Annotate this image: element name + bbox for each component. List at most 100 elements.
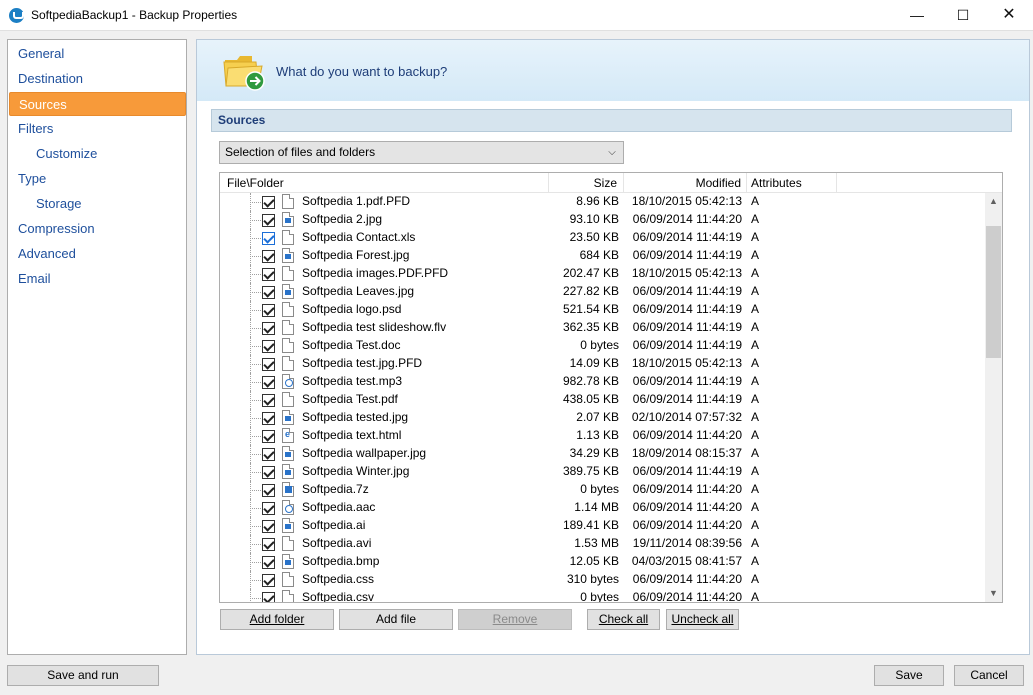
row-checkbox[interactable] [262, 484, 275, 497]
table-row[interactable]: Softpedia images.PDF.PFD 202.47 KB 18/10/2… [220, 265, 985, 283]
column-header-size[interactable]: Size [549, 173, 624, 193]
sidebar-item-sources[interactable]: Sources [9, 92, 186, 116]
cancel-button[interactable]: Cancel [954, 665, 1024, 686]
file-modified: 18/10/2015 05:42:13 [631, 266, 742, 280]
add-file-button[interactable]: Add file [339, 609, 453, 630]
vertical-scrollbar[interactable]: ▲ ▼ [985, 193, 1002, 602]
image-file-icon [282, 464, 294, 479]
row-checkbox[interactable] [262, 394, 275, 407]
file-size: 0 bytes [580, 338, 619, 352]
table-row[interactable]: Softpedia text.html 1.13 KB 06/09/2014 11:… [220, 427, 985, 445]
source-mode-select[interactable]: Selection of files and folders ⌵ [219, 141, 624, 164]
file-size: 982.78 KB [562, 374, 619, 388]
column-header-modified[interactable]: Modified [624, 173, 747, 193]
file-name: Softpedia wallpaper.jpg [302, 446, 427, 460]
sidebar-item-general[interactable]: General [9, 42, 186, 66]
table-row[interactable]: Softpedia test slideshow.flv 362.35 KB 06/… [220, 319, 985, 337]
scroll-down-icon[interactable]: ▼ [985, 585, 1002, 602]
file-size: 189.41 KB [562, 518, 619, 532]
file-name: Softpedia test.jpg.PFD [302, 356, 423, 370]
row-checkbox[interactable] [262, 412, 275, 425]
check-all-button[interactable]: Check all [587, 609, 660, 630]
file-modified: 06/09/2014 11:44:19 [632, 302, 742, 316]
sidebar-item-compression[interactable]: Compression [9, 217, 186, 241]
sidebar-nav: General Destination Sources Filters Customiz… [7, 39, 187, 655]
file-name: Softpedia 1.pdf.PFD [302, 194, 411, 208]
audio-file-icon [282, 500, 294, 515]
file-attributes: A [751, 500, 760, 514]
table-row[interactable]: Softpedia.csv 0 bytes 06/09/2014 11:44:20 A [220, 589, 985, 602]
table-row[interactable]: Softpedia.7z 0 bytes 06/09/2014 11:44:20 A [220, 481, 985, 499]
image-file-icon [282, 212, 294, 227]
close-button[interactable]: ✕ [986, 0, 1032, 31]
sidebar-item-filters[interactable]: Filters [9, 117, 186, 141]
sidebar-item-destination[interactable]: Destination [9, 67, 186, 91]
row-checkbox[interactable] [262, 322, 275, 335]
minimize-button[interactable]: — [894, 0, 940, 31]
table-row[interactable]: Softpedia Winter.jpg 389.75 KB 06/09/2014 … [220, 463, 985, 481]
image-file-icon [282, 518, 294, 533]
row-checkbox[interactable] [262, 340, 275, 353]
row-checkbox[interactable] [262, 268, 275, 281]
table-row[interactable]: Softpedia Test.pdf 438.05 KB 06/09/2014 11… [220, 391, 985, 409]
document-icon [282, 572, 294, 587]
table-row[interactable]: Softpedia wallpaper.jpg 34.29 KB 18/09/201… [220, 445, 985, 463]
sidebar-item-storage[interactable]: Storage [9, 192, 186, 216]
row-checkbox[interactable] [262, 214, 275, 227]
file-attributes: A [751, 392, 760, 406]
file-modified: 18/10/2015 05:42:13 [631, 194, 742, 208]
row-checkbox[interactable] [262, 556, 275, 569]
row-checkbox[interactable] [262, 304, 275, 317]
row-checkbox[interactable] [262, 358, 275, 371]
row-checkbox[interactable] [262, 196, 275, 209]
uncheck-all-button[interactable]: Uncheck all [666, 609, 739, 630]
save-button[interactable]: Save [874, 665, 944, 686]
scroll-up-icon[interactable]: ▲ [985, 193, 1002, 210]
row-checkbox[interactable] [262, 538, 275, 551]
sidebar-item-advanced[interactable]: Advanced [9, 242, 186, 266]
column-header-attributes[interactable]: Attributes [747, 173, 837, 193]
file-attributes: A [751, 428, 760, 442]
table-row[interactable]: Softpedia.css 310 bytes 06/09/2014 11:44:2… [220, 571, 985, 589]
table-row[interactable]: Softpedia.ai 189.41 KB 06/09/2014 11:44:20… [220, 517, 985, 535]
table-row[interactable]: Softpedia 2.jpg 93.10 KB 06/09/2014 11:44:… [220, 211, 985, 229]
row-checkbox[interactable] [262, 592, 275, 602]
table-row[interactable]: Softpedia.bmp 12.05 KB 04/03/2015 08:41:57… [220, 553, 985, 571]
row-checkbox[interactable] [262, 466, 275, 479]
file-name: Softpedia.css [302, 572, 375, 586]
row-checkbox[interactable] [262, 286, 275, 299]
row-checkbox[interactable] [262, 232, 275, 245]
column-header-file[interactable]: File\Folder [220, 173, 549, 193]
folder-add-icon [223, 56, 265, 91]
table-row[interactable]: Softpedia Forest.jpg 684 KB 06/09/2014 11:… [220, 247, 985, 265]
table-row[interactable]: Softpedia logo.psd 521.54 KB 06/09/2014 11… [220, 301, 985, 319]
sidebar-item-type[interactable]: Type [9, 167, 186, 191]
table-row[interactable]: Softpedia Contact.xls 23.50 KB 06/09/2014 … [220, 229, 985, 247]
sidebar-item-email[interactable]: Email [9, 267, 186, 291]
row-checkbox[interactable] [262, 250, 275, 263]
row-checkbox[interactable] [262, 448, 275, 461]
row-checkbox[interactable] [262, 376, 275, 389]
sidebar-item-customize[interactable]: Customize [9, 142, 186, 166]
tree-line [250, 202, 261, 203]
file-size: 23.50 KB [569, 230, 619, 244]
save-and-run-button[interactable]: Save and run [7, 665, 159, 686]
add-folder-button[interactable]: Add folder [220, 609, 334, 630]
table-row[interactable]: Softpedia tested.jpg 2.07 KB 02/10/2014 07… [220, 409, 985, 427]
maximize-button[interactable]: ☐ [940, 0, 986, 31]
file-attributes: A [751, 572, 760, 586]
remove-button[interactable]: Remove [458, 609, 572, 630]
row-checkbox[interactable] [262, 520, 275, 533]
table-row[interactable]: Softpedia test.jpg.PFD 14.09 KB 18/10/2015… [220, 355, 985, 373]
row-checkbox[interactable] [262, 574, 275, 587]
table-row[interactable]: Softpedia.aac 1.14 MB 06/09/2014 11:44:20 A [220, 499, 985, 517]
table-row[interactable]: Softpedia test.mp3 982.78 KB 06/09/2014 11… [220, 373, 985, 391]
row-checkbox[interactable] [262, 502, 275, 515]
table-row[interactable]: Softpedia Test.doc 0 bytes 06/09/2014 11:4… [220, 337, 985, 355]
row-checkbox[interactable] [262, 430, 275, 443]
table-row[interactable]: Softpedia.avi 1.53 MB 19/11/2014 08:39:56 A [220, 535, 985, 553]
scroll-thumb[interactable] [986, 226, 1001, 358]
table-row[interactable]: Softpedia 1.pdf.PFD 8.96 KB 18/10/2015 05:… [220, 193, 985, 211]
table-row[interactable]: Softpedia Leaves.jpg 227.82 KB 06/09/2014 … [220, 283, 985, 301]
tree-line [250, 526, 261, 527]
